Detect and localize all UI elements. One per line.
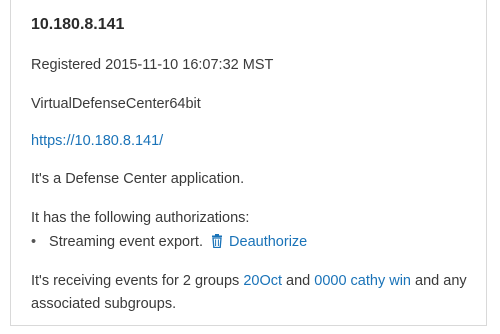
trash-icon[interactable]: [211, 234, 223, 252]
device-url-line: https://10.180.8.141/: [31, 133, 163, 149]
bullet-icon: •: [31, 234, 37, 250]
authorization-item: • Streaming event export. Deauthorize: [31, 234, 307, 252]
registered-text: Registered 2015-11-10 16:07:32 MST: [31, 57, 274, 73]
authorization-label: Streaming event export.: [49, 234, 203, 250]
device-card: 10.180.8.141 Registered 2015-11-10 16:07…: [10, 0, 487, 326]
authorizations-heading: It has the following authorizations:: [31, 210, 250, 226]
group-link-20oct[interactable]: 20Oct: [243, 273, 282, 289]
device-description: It's a Defense Center application.: [31, 171, 245, 187]
events-and: and: [282, 273, 315, 289]
deauthorize-link[interactable]: Deauthorize: [229, 234, 307, 250]
device-title: 10.180.8.141: [31, 16, 125, 33]
events-text: It's receiving events for 2 groups 20Oct…: [31, 270, 481, 316]
group-link-cathy-win[interactable]: 0000 cathy win: [314, 273, 411, 289]
events-prefix: It's receiving events for 2 groups: [31, 273, 244, 289]
device-url-link[interactable]: https://10.180.8.141/: [31, 133, 163, 149]
device-model: VirtualDefenseCenter64bit: [31, 96, 201, 112]
